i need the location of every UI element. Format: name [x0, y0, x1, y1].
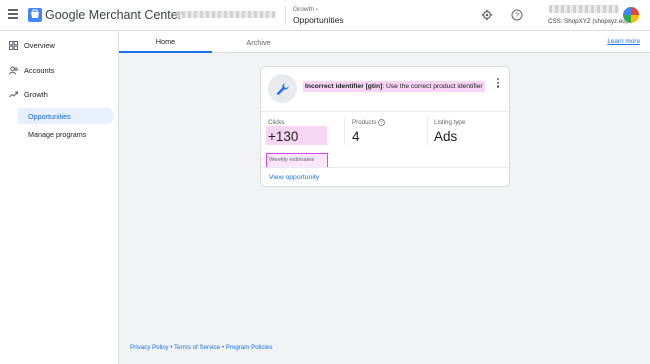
issue-description: : Use the correct product identifier [382, 83, 483, 90]
avatar[interactable] [623, 7, 639, 23]
account-selector[interactable] [176, 11, 276, 18]
sidebar-item-growth[interactable]: Growth [0, 86, 48, 102]
card-divider [261, 167, 509, 168]
footer-links: Privacy Policy • Terms of Service • Prog… [130, 344, 272, 351]
metric-divider [427, 117, 428, 145]
program-policies-link[interactable]: Program Policies [226, 344, 273, 351]
opportunity-card: Incorrect identifier [gtin]: Use the cor… [260, 66, 510, 187]
view-opportunity-link[interactable]: View opportunity [269, 174, 319, 181]
user-email [549, 5, 619, 13]
more-vert-icon[interactable] [497, 78, 500, 88]
breadcrumb-parent[interactable]: Growth › [293, 6, 318, 13]
clicks-value: +130 [268, 129, 299, 144]
help-icon[interactable]: ? [511, 9, 523, 21]
tab-home[interactable]: Home [119, 31, 212, 53]
weekly-estimates-label: Weekly estimates [269, 157, 315, 163]
help-icon[interactable]: ? [378, 119, 386, 126]
tab-archive[interactable]: Archive [212, 31, 305, 53]
products-label: Products ? [352, 119, 386, 126]
sidebar-item-accounts[interactable]: Accounts [0, 62, 54, 78]
account-label: CSS: ShopXYZ (shopxyz.eu) [548, 18, 628, 25]
merchant-center-logo [28, 8, 42, 22]
listing-type-value: Ads [434, 129, 458, 144]
chevron-right-icon: › [315, 6, 318, 13]
app-title: Google Merchant Center [45, 8, 182, 22]
svg-text:?: ? [381, 120, 384, 125]
gear-icon[interactable] [481, 9, 493, 21]
menu-icon[interactable] [8, 9, 18, 19]
sidebar-item-label: Manage programs [28, 129, 87, 139]
opportunity-title: Incorrect identifier [gtin]: Use the cor… [303, 81, 485, 92]
products-value: 4 [352, 129, 360, 144]
svg-text:?: ? [515, 13, 519, 20]
sidebar: Overview Accounts Growth Opportunities M… [0, 31, 118, 364]
issue-name: Incorrect identifier [gtin] [305, 83, 383, 90]
sidebar-item-opportunities[interactable]: Opportunities [18, 108, 114, 124]
page-title: Opportunities [293, 15, 344, 25]
metric-divider [344, 117, 345, 145]
wrench-icon [268, 74, 297, 103]
top-app-bar: Google Merchant Center Growth › Opportun… [0, 0, 650, 31]
growth-icon [9, 91, 18, 97]
header-divider [285, 6, 286, 25]
sidebar-item-label: Overview [24, 40, 55, 50]
sidebar-item-label: Growth [24, 89, 48, 99]
sidebar-item-label: Accounts [24, 65, 55, 75]
app-title-product: Merchant Center [88, 8, 182, 22]
overview-icon [9, 40, 18, 50]
accounts-icon [9, 66, 18, 75]
clicks-label: Clicks [268, 119, 285, 126]
app-title-brand: Google [45, 8, 86, 22]
card-divider [261, 111, 509, 112]
terms-of-service-link[interactable]: Terms of Service [174, 344, 220, 351]
sidebar-item-label: Opportunities [28, 111, 71, 121]
learn-more-link[interactable]: Learn more [607, 38, 640, 45]
privacy-policy-link[interactable]: Privacy Policy [130, 344, 169, 351]
sidebar-item-overview[interactable]: Overview [0, 37, 55, 53]
tab-bar: Home Archive Learn more [119, 31, 650, 53]
listing-type-label: Listing type [434, 119, 466, 126]
main-content: Home Archive Learn more Incorrect identi… [118, 31, 650, 364]
sidebar-item-manage-programs[interactable]: Manage programs [18, 126, 114, 142]
